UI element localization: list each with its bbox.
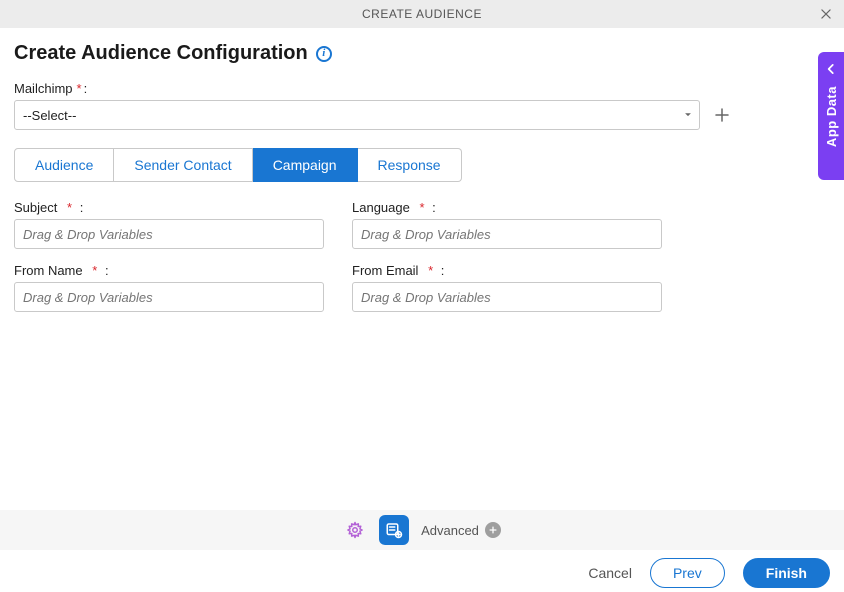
close-icon (819, 7, 833, 21)
form-plus-icon (385, 521, 403, 539)
form-row-1: Subject * : Language * : (14, 200, 808, 249)
from-email-label: From Email (352, 263, 418, 278)
chevron-left-icon (824, 62, 838, 76)
caret-down-icon (683, 108, 693, 123)
prev-label: Prev (673, 565, 702, 581)
page-title-row: Create Audience Configuration i (14, 42, 808, 65)
advanced-group: Advanced (421, 522, 501, 538)
colon: : (80, 200, 84, 215)
subject-input[interactable] (14, 219, 324, 249)
colon: : (441, 263, 445, 278)
tab-label: Campaign (273, 157, 337, 173)
dialog-header: CREATE AUDIENCE (0, 0, 844, 28)
colon: : (84, 81, 88, 96)
gear-icon (346, 521, 364, 539)
side-tab-label: App Data (824, 86, 839, 147)
from-name-field: From Name * : (14, 263, 324, 312)
subject-label-row: Subject * : (14, 200, 324, 215)
required-mark: * (92, 263, 97, 278)
mailchimp-label: Mailchimp (14, 81, 73, 96)
content-area: Create Audience Configuration i Mailchim… (14, 42, 808, 312)
colon: : (105, 263, 109, 278)
tab-sender-contact[interactable]: Sender Contact (114, 148, 252, 182)
page-title: Create Audience Configuration (14, 42, 308, 65)
footer-toolbar: Advanced (0, 510, 844, 550)
language-field: Language * : (352, 200, 662, 249)
language-label-row: Language * : (352, 200, 662, 215)
tab-label: Audience (35, 157, 93, 173)
from-name-label-row: From Name * : (14, 263, 324, 278)
plus-icon (488, 525, 498, 535)
language-label: Language (352, 200, 410, 215)
cancel-button[interactable]: Cancel (588, 565, 632, 581)
from-email-input[interactable] (352, 282, 662, 312)
cancel-label: Cancel (588, 565, 632, 581)
colon: : (432, 200, 436, 215)
dialog-title: CREATE AUDIENCE (0, 0, 844, 28)
subject-label: Subject (14, 200, 57, 215)
required-mark: * (419, 200, 424, 215)
subject-field: Subject * : (14, 200, 324, 249)
tab-response[interactable]: Response (358, 148, 462, 182)
mailchimp-select[interactable]: --Select-- (14, 100, 700, 130)
tab-audience[interactable]: Audience (14, 148, 114, 182)
finish-button[interactable]: Finish (743, 558, 830, 588)
tab-bar: Audience Sender Contact Campaign Respons… (14, 148, 808, 182)
advanced-add-button[interactable] (485, 522, 501, 538)
tab-label: Response (378, 157, 441, 173)
mailchimp-label-row: Mailchimp *: (14, 81, 808, 96)
plus-icon (713, 106, 731, 124)
language-input[interactable] (352, 219, 662, 249)
required-mark: * (428, 263, 433, 278)
from-name-input[interactable] (14, 282, 324, 312)
required-mark: * (77, 81, 82, 96)
from-email-label-row: From Email * : (352, 263, 662, 278)
from-name-label: From Name (14, 263, 83, 278)
settings-button[interactable] (343, 518, 367, 542)
bottom-button-row: Cancel Prev Finish (588, 558, 830, 588)
close-button[interactable] (816, 4, 836, 24)
app-data-side-tab[interactable]: App Data (818, 52, 844, 180)
add-mailchimp-button[interactable] (710, 103, 734, 127)
mailchimp-select-value: --Select-- (23, 108, 76, 123)
dialog-root: CREATE AUDIENCE App Data Create Audience… (0, 0, 844, 592)
form-row-2: From Name * : From Email * : (14, 263, 808, 312)
mailchimp-field: Mailchimp *: --Select-- (14, 81, 808, 130)
form-builder-button[interactable] (379, 515, 409, 545)
info-icon[interactable]: i (316, 46, 332, 62)
finish-label: Finish (766, 565, 807, 581)
tab-label: Sender Contact (134, 157, 231, 173)
from-email-field: From Email * : (352, 263, 662, 312)
prev-button[interactable]: Prev (650, 558, 725, 588)
required-mark: * (67, 200, 72, 215)
tab-campaign[interactable]: Campaign (253, 148, 358, 182)
advanced-label: Advanced (421, 523, 479, 538)
mailchimp-select-row: --Select-- (14, 100, 808, 130)
